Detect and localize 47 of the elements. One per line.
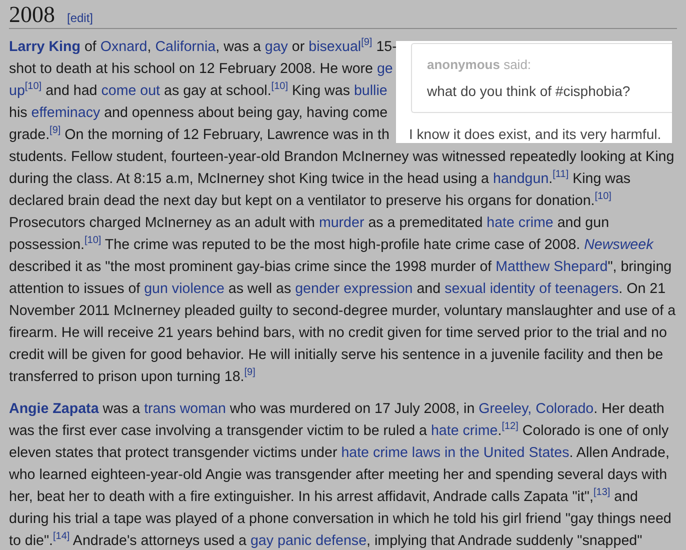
citation-link[interactable]: [12]	[502, 421, 518, 432]
article-link[interactable]: bisexual	[308, 39, 362, 55]
article-link[interactable]: murder	[318, 215, 364, 231]
answer-text: I know it does exist, and its very harmful.	[409, 126, 662, 142]
article-link[interactable]: sexual identity of teenagers	[444, 281, 619, 297]
article-link[interactable]: ge	[376, 61, 393, 77]
article-text-line: up$^{[10]}$ and had come out as gay at school.$^{[10]}$ King was bullie	[9, 80, 388, 101]
article-link[interactable]: gay panic defense	[250, 533, 367, 549]
article-link[interactable]: bullie	[354, 83, 388, 99]
article-link[interactable]: Matthew Shepard	[496, 259, 608, 275]
article-text-line: Larry King of Oxnard, California, was a gay or bisexual$^{[9]}$ 15-	[9, 36, 397, 57]
article-link[interactable]: hate crime	[430, 423, 498, 439]
edit-link[interactable]: [edit]	[67, 11, 94, 25]
article-text-line: grade.$^{[9]}$ On the morning of 12 February, Lawrence was in th	[9, 124, 390, 145]
publication-link[interactable]: Newsweek	[584, 237, 654, 253]
citation-link[interactable]: [10]	[24, 81, 42, 92]
question-text: what do you think of #cisphobia?	[427, 83, 632, 99]
article-link[interactable]: hate crime laws in the United States	[341, 445, 570, 461]
citation-link[interactable]: [10]	[271, 81, 288, 92]
article-title-link[interactable]: Larry King	[9, 39, 80, 55]
article-link[interactable]: come out	[101, 83, 160, 99]
article-text-line: his effeminacy and openness about being gay, having come	[9, 104, 388, 123]
article-link[interactable]: gender expression	[295, 281, 413, 297]
article-link[interactable]: handgun	[493, 171, 549, 187]
asker-label: anonymous said:	[427, 56, 532, 74]
citation-link[interactable]: [9]	[244, 367, 256, 378]
article-link[interactable]: Oxnard	[100, 39, 148, 55]
article-link[interactable]: up	[9, 83, 25, 99]
citation-link[interactable]: [13]	[593, 487, 610, 498]
article-paragraph: students. Fellow student, fourteen-year-old Brandon McInerney was witnessed repeatedly looking at King during the class. At 8:15 a.m, McInerney shot King twice in the head using a handgun.$^{[11]}$ King was declared brain dead the next day but kept on a ventilator to preserve his organs for donation.$^{[10]}$ Prosecutors charged McInerney as an adult with murder as a premeditated hate crime and gun possession.$^{[10]}$ The crime was reputed to be the most high-profile hate crime case of 2008. Newsweek described it as "the most prominent gay-bias crime since the 1998 murder of Matthew Shepard", bringing attention to issues of gun violence as well as gender expression and sexual identity of teenagers. On 21 November 2011 McInerney pleaded guilty to second-degree murder, voluntary manslaughter and use of a firearm. He will receive 21 years behind bars, with no credit given for time served prior to the trial and no credit will be given for good behavior. He will initially serve his sentence in a juvenile facility and then be transferred to prison upon turning 18.$^{[9]}$	[9, 148, 677, 387]
citation-link[interactable]: [9]	[361, 37, 372, 48]
article-link[interactable]: gun violence	[144, 281, 224, 297]
article-link[interactable]: hate crime	[486, 215, 554, 231]
article-link[interactable]: trans woman	[144, 401, 226, 417]
article-title-link[interactable]: Angie Zapata	[9, 401, 99, 417]
citation-link[interactable]: [9]	[50, 125, 61, 136]
citation-link[interactable]: [10]	[84, 235, 102, 246]
article-link[interactable]: Greeley, Colorado	[478, 401, 594, 417]
citation-link[interactable]: [11]	[552, 169, 569, 180]
section-heading: 2008	[9, 2, 55, 28]
article-paragraph: Angie Zapata was a trans woman who was murdered on 17 July 2008, in Greeley, Colorado. Her death was the first ever case involving a transgender victim to be ruled a hate crime.$^{[12]}$ Colorado is one of only eleven states that protect transgender victims under hate crime laws in the United States. Allen Andrade, who learned eighteen-year-old Angie was transgender after meeting her and spending several days with her, beat her to death with a fire extinguisher. In his arrest affidavit, Andrade calls Zapata "it",$^{[13]}$ and during his trial a tape was played of a phone conversation in which he told his girl friend "gay things need to die".$^{[14]}$ Andrade's attorneys used a gay panic defense, implying that Andrade suddenly "snapped"	[9, 400, 672, 550]
citation-link[interactable]: [14]	[53, 531, 70, 542]
article-link[interactable]: California	[155, 39, 216, 55]
article-link[interactable]: effeminacy	[31, 105, 100, 121]
article-text-line: shot to death at his school on 12 February 2008. He wore ge	[9, 60, 393, 79]
article-link[interactable]: gay	[264, 39, 288, 55]
citation-link[interactable]: [10]	[594, 191, 612, 202]
